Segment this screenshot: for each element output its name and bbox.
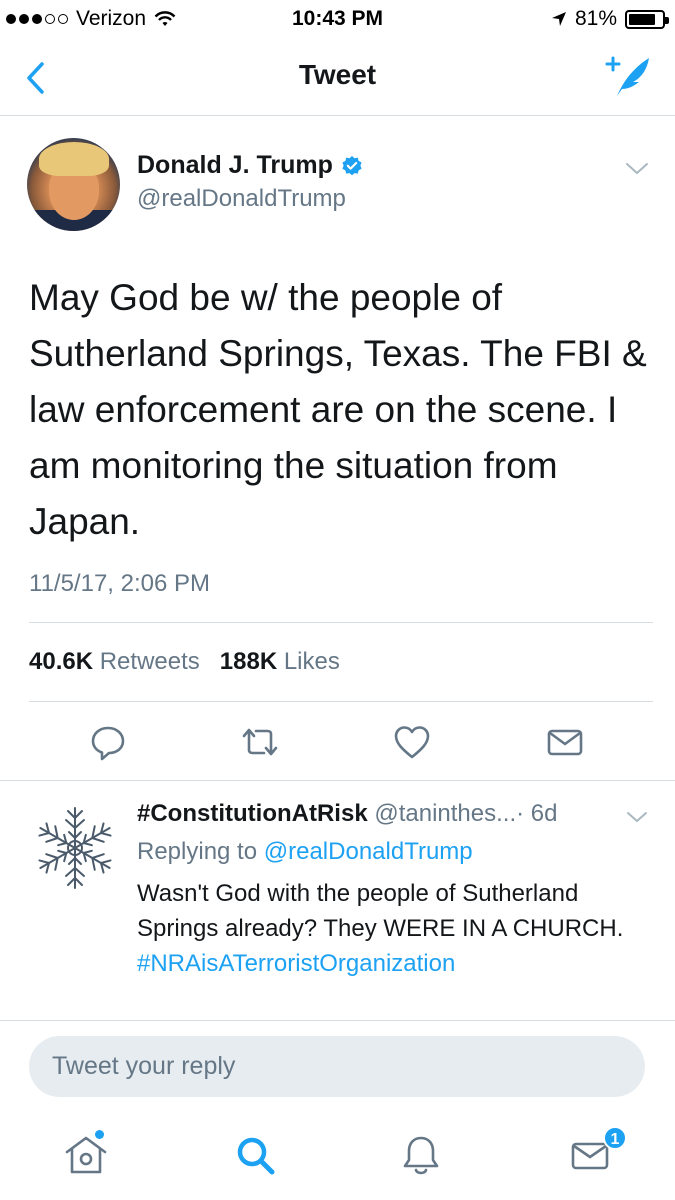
reply-body: Wasn't God with the people of Sutherland…	[137, 880, 624, 942]
navigation-bar: Tweet	[0, 38, 675, 116]
likes-stat[interactable]: 188K Likes	[220, 648, 340, 675]
divider	[29, 701, 653, 702]
author-name[interactable]: Donald J. Trump	[137, 151, 363, 180]
reply-author-handle: @taninthes...	[374, 800, 517, 827]
messages-badge: 1	[603, 1126, 627, 1150]
status-right: 81%	[551, 7, 669, 31]
chevron-down-icon[interactable]	[626, 810, 648, 824]
tweet-text: May God be w/ the people of Sutherland S…	[29, 277, 647, 542]
retweet-icon[interactable]	[240, 722, 280, 762]
search-icon[interactable]	[230, 1130, 280, 1180]
likes-label: Likes	[283, 648, 340, 675]
status-bar: Verizon 10:43 PM 81%	[0, 0, 675, 38]
reply-author-name: #ConstitutionAtRisk	[137, 800, 368, 827]
page-title: Tweet	[298, 59, 377, 90]
replying-prefix: Replying to	[137, 838, 258, 865]
reply-input[interactable]	[29, 1036, 645, 1097]
notifications-icon[interactable]	[396, 1130, 446, 1180]
retweets-count: 40.6K	[29, 648, 94, 675]
section-divider	[0, 780, 675, 781]
home-unread-dot	[95, 1130, 104, 1139]
author-handle[interactable]: @realDonaldTrump	[137, 185, 346, 213]
author-display-name: Donald J. Trump	[137, 151, 333, 179]
reply-text: Wasn't God with the people of Sutherland…	[137, 876, 647, 981]
reply-hashtag[interactable]: #NRAisATerroristOrganization	[137, 946, 647, 981]
like-icon[interactable]	[392, 722, 432, 762]
retweets-stat[interactable]: 40.6K Retweets	[29, 648, 200, 675]
author-avatar[interactable]	[27, 138, 120, 231]
replying-to: Replying to @realDonaldTrump	[137, 838, 473, 866]
share-dm-icon[interactable]	[545, 722, 585, 762]
verified-badge-icon	[342, 155, 362, 175]
location-arrow-icon	[551, 12, 566, 26]
battery-percent: 81%	[574, 7, 617, 30]
likes-count: 188K	[219, 648, 278, 675]
tweet-stats: 40.6K Retweets 188K Likes	[29, 648, 340, 676]
retweets-label: Retweets	[99, 648, 200, 675]
tweet-timestamp: 11/5/17, 2:06 PM	[29, 570, 211, 597]
reply-age: · 6d	[516, 800, 558, 827]
snowflake-avatar[interactable]	[27, 800, 123, 896]
replying-mention[interactable]: @realDonaldTrump	[264, 838, 473, 865]
compose-tweet-icon[interactable]	[603, 54, 653, 100]
reply-header[interactable]: #ConstitutionAtRisk @taninthes...· 6d	[137, 800, 557, 828]
divider	[29, 622, 653, 623]
home-icon[interactable]	[61, 1130, 111, 1180]
reply-composer[interactable]	[29, 1036, 645, 1097]
battery-icon	[625, 9, 669, 29]
reply-icon[interactable]	[88, 722, 128, 762]
section-divider	[0, 1020, 675, 1021]
chevron-down-icon[interactable]	[624, 160, 650, 178]
tweet-detail-screen: Verizon 10:43 PM 81% Tweet Donald J. Tru…	[0, 0, 675, 1200]
